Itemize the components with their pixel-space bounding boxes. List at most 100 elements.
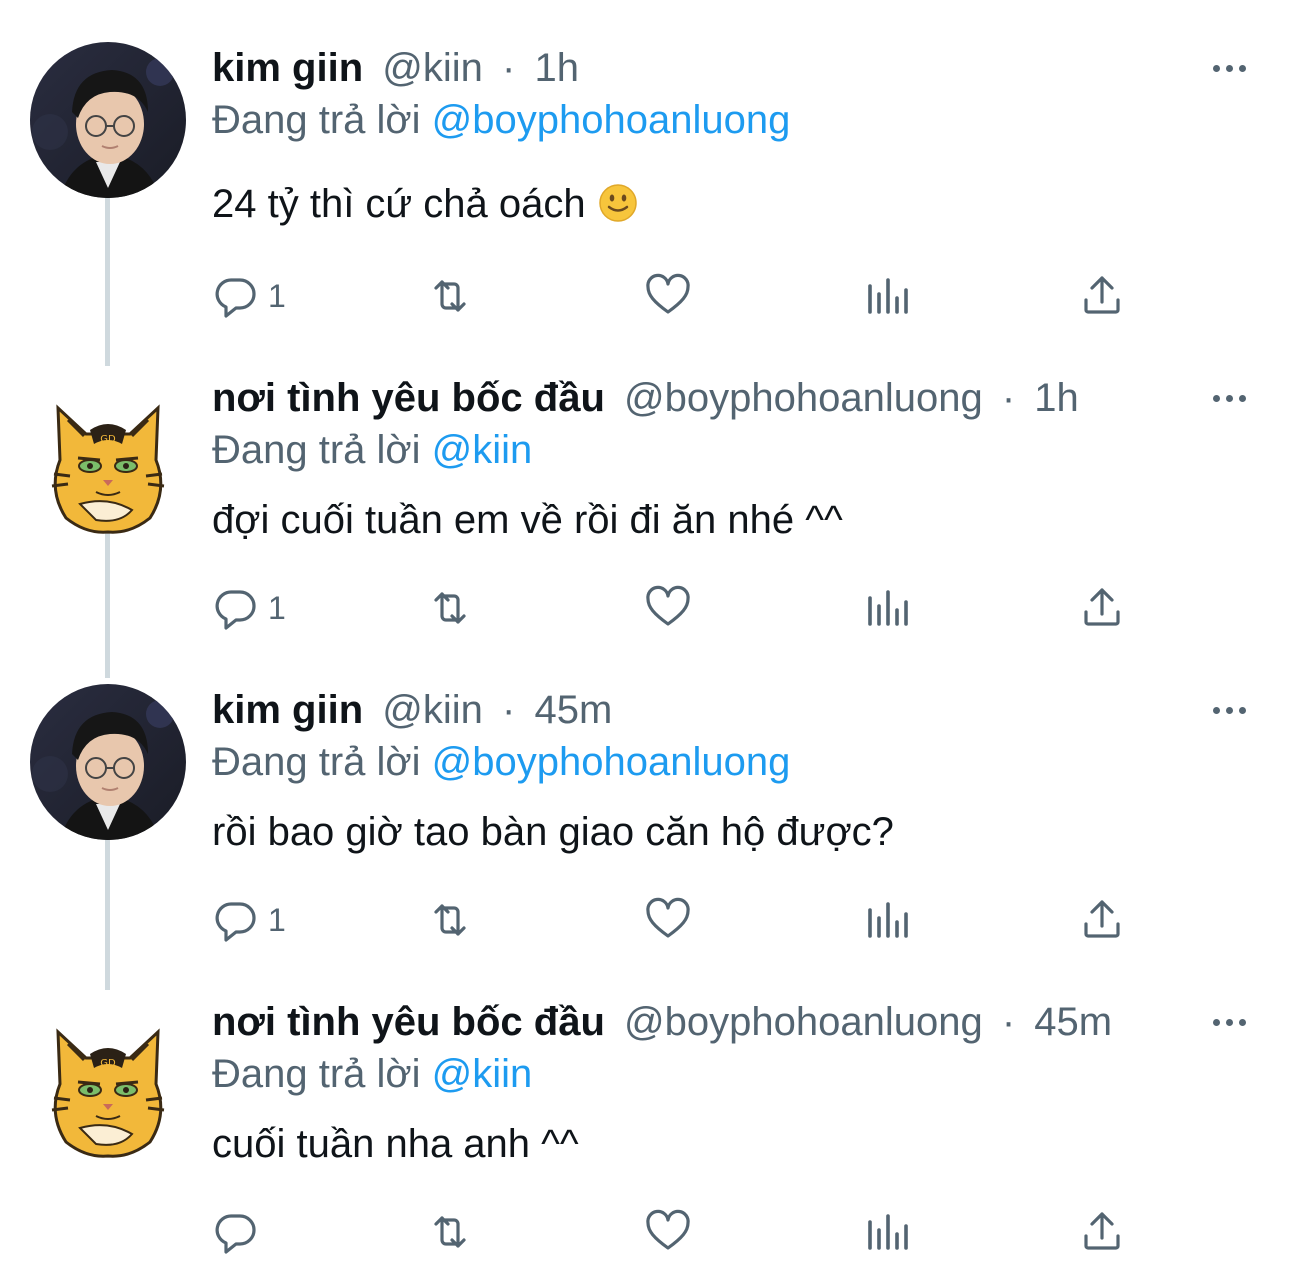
replying-prefix: Đang trả lời	[212, 1052, 421, 1096]
share-button[interactable]	[1078, 271, 1126, 321]
user-handle[interactable]: @boyphohoanluong	[624, 376, 983, 420]
tweet-text: đợi cuối tuần em về rồi đi ăn nhé ^^	[212, 494, 843, 546]
views-button[interactable]	[862, 271, 910, 321]
like-button[interactable]	[644, 1207, 692, 1257]
display-name[interactable]: kim giin	[212, 46, 363, 90]
more-icon[interactable]	[1205, 372, 1253, 424]
more-icon[interactable]	[1205, 996, 1253, 1048]
tweet-text-content: 24 tỷ thì cứ chả oách	[212, 182, 586, 226]
more-icon[interactable]	[1205, 42, 1253, 94]
retweet-button[interactable]	[426, 895, 474, 945]
svg-text:GD: GD	[100, 434, 116, 445]
analytics-icon	[868, 902, 908, 938]
replying-to: Đang trả lời @boyphohoanluong	[212, 736, 790, 788]
tweet-actions: 1	[212, 583, 1142, 633]
svg-text:GD: GD	[100, 1058, 116, 1069]
retweet-button[interactable]	[426, 583, 474, 633]
share-button[interactable]	[1078, 583, 1126, 633]
heart-icon	[646, 273, 690, 314]
replying-to: Đang trả lời @boyphohoanluong	[212, 94, 790, 146]
tiger-cat-illustration-avatar: GD	[51, 404, 165, 534]
tweet-text: cuối tuần nha anh ^^	[212, 1118, 579, 1170]
reply-button[interactable]: 1	[212, 895, 286, 945]
tweet-text-content: cuối tuần nha anh ^^	[212, 1122, 579, 1166]
person-photo-avatar	[30, 684, 186, 840]
avatar[interactable]: GD	[40, 1024, 176, 1160]
analytics-icon	[868, 278, 908, 314]
reply-icon	[215, 902, 256, 942]
heart-icon	[646, 897, 690, 938]
person-photo-avatar	[30, 42, 186, 198]
thread-line	[105, 198, 110, 366]
views-button[interactable]	[862, 895, 910, 945]
display-name[interactable]: nơi tình yêu bốc đầu	[212, 376, 605, 420]
separator-dot: ·	[502, 46, 516, 90]
analytics-icon	[868, 1214, 908, 1250]
mention-link[interactable]: @boyphohoanluong	[432, 740, 791, 784]
avatar[interactable]	[30, 42, 186, 198]
avatar[interactable]	[30, 684, 186, 840]
heart-icon	[646, 585, 690, 626]
thread-line	[105, 840, 110, 990]
like-button[interactable]	[644, 583, 692, 633]
tweet-text: rồi bao giờ tao bàn giao căn hộ được?	[212, 806, 894, 858]
tiger-cat-illustration-avatar: GD	[51, 1028, 165, 1158]
slightly-smiling-face-icon	[598, 184, 637, 223]
tweet-header: kim giin @kiin · 45m	[212, 684, 612, 736]
user-handle[interactable]: @boyphohoanluong	[624, 1000, 983, 1044]
mention-link[interactable]: @kiin	[432, 1052, 533, 1096]
replying-prefix: Đang trả lời	[212, 98, 421, 142]
share-icon	[1084, 276, 1120, 314]
reply-button[interactable]	[212, 1207, 268, 1257]
tweet-actions: 1	[212, 895, 1142, 945]
avatar[interactable]: GD	[40, 400, 176, 536]
timestamp[interactable]: 1h	[534, 46, 579, 90]
heart-icon	[646, 1209, 690, 1250]
views-button[interactable]	[862, 1207, 910, 1257]
share-icon	[1084, 1212, 1120, 1250]
display-name[interactable]: nơi tình yêu bốc đầu	[212, 1000, 605, 1044]
user-handle[interactable]: @kiin	[382, 688, 483, 732]
replying-prefix: Đang trả lời	[212, 740, 421, 784]
tweet-actions: 1	[212, 271, 1142, 321]
tweet-header: nơi tình yêu bốc đầu @boyphohoanluong · …	[212, 996, 1112, 1048]
like-button[interactable]	[644, 271, 692, 321]
retweet-button[interactable]	[426, 1207, 474, 1257]
retweet-icon	[434, 592, 466, 624]
separator-dot: ·	[1001, 376, 1016, 420]
user-handle[interactable]: @kiin	[382, 46, 483, 90]
tweet-actions	[212, 1207, 1142, 1257]
reply-button[interactable]: 1	[212, 271, 286, 321]
mention-link[interactable]: @kiin	[432, 428, 533, 472]
like-button[interactable]	[644, 895, 692, 945]
retweet-icon	[434, 904, 466, 936]
share-icon	[1084, 900, 1120, 938]
reply-icon	[215, 1214, 256, 1254]
share-icon	[1084, 588, 1120, 626]
display-name[interactable]: kim giin	[212, 688, 363, 732]
reply-count: 1	[268, 902, 286, 938]
timestamp[interactable]: 45m	[534, 688, 612, 732]
share-button[interactable]	[1078, 1207, 1126, 1257]
tweet-text-content: rồi bao giờ tao bàn giao căn hộ được?	[212, 810, 894, 854]
tweet-header: kim giin @kiin · 1h	[212, 42, 579, 94]
more-icon[interactable]	[1205, 684, 1253, 736]
thread-line	[105, 530, 110, 678]
tweet-text-content: đợi cuối tuần em về rồi đi ăn nhé ^^	[212, 498, 843, 542]
reply-button[interactable]: 1	[212, 583, 286, 633]
mention-link[interactable]: @boyphohoanluong	[432, 98, 791, 142]
share-button[interactable]	[1078, 895, 1126, 945]
views-button[interactable]	[862, 583, 910, 633]
analytics-icon	[868, 590, 908, 626]
replying-prefix: Đang trả lời	[212, 428, 421, 472]
tweet-text: 24 tỷ thì cứ chả oách	[212, 178, 638, 230]
replying-to: Đang trả lời @kiin	[212, 1048, 532, 1100]
retweet-icon	[434, 280, 466, 312]
reply-count: 1	[268, 278, 286, 314]
timestamp[interactable]: 45m	[1034, 1000, 1112, 1044]
timestamp[interactable]: 1h	[1034, 376, 1079, 420]
retweet-icon	[434, 1216, 466, 1248]
retweet-button[interactable]	[426, 271, 474, 321]
replying-to: Đang trả lời @kiin	[212, 424, 532, 476]
separator-dot: ·	[1001, 1000, 1016, 1044]
